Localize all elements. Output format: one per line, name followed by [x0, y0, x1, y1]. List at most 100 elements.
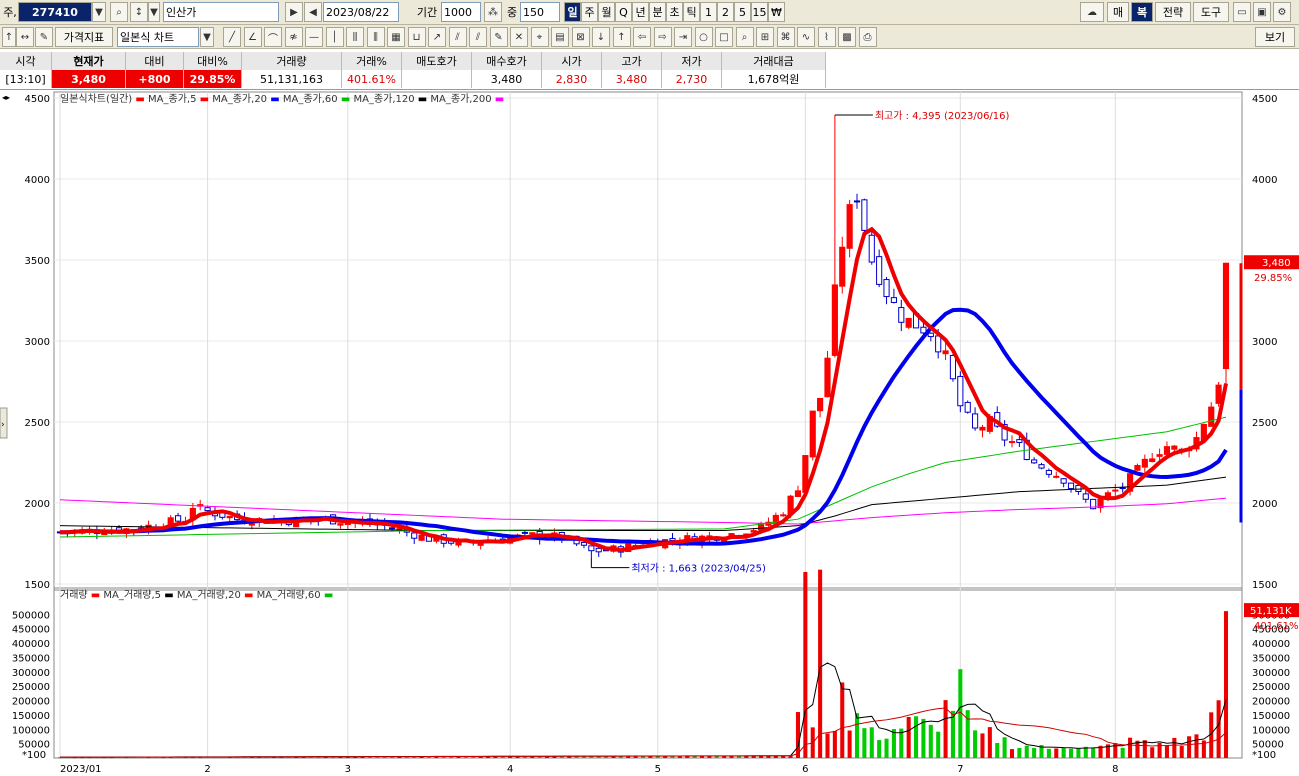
drawing-tool-27-icon[interactable]: ⌘: [776, 27, 795, 47]
stock-name-field[interactable]: 인산가: [163, 2, 279, 22]
candle-body: [248, 523, 255, 526]
drawing-tool-11-icon[interactable]: ⫽: [448, 27, 467, 47]
right-button-2[interactable]: 전략: [1155, 2, 1191, 22]
view-button[interactable]: 보기: [1255, 27, 1295, 47]
candle-body: [389, 527, 396, 530]
candle-body: [905, 317, 912, 328]
high-annotation: 최고가 : 4,395 (2023/06/16): [875, 110, 1010, 122]
right-button-1[interactable]: 복: [1131, 2, 1153, 22]
timeframe-5-button[interactable]: 분: [649, 2, 666, 22]
drawing-tool-31-icon[interactable]: ⎙: [858, 27, 877, 47]
drawing-tool-17-icon[interactable]: ⊠: [571, 27, 590, 47]
drawing-tool-22-icon[interactable]: ⇥: [674, 27, 692, 47]
drawing-tool-25-icon[interactable]: ⌕: [735, 27, 754, 47]
timeframe-0-button[interactable]: 일: [564, 2, 581, 22]
quote-value-4: 51,131,163: [242, 70, 342, 88]
timeframe-11-button[interactable]: 15: [751, 2, 768, 22]
candle-body: [876, 256, 883, 285]
drawing-tool-0-icon[interactable]: ╱: [223, 27, 241, 47]
drawing-tool-5-icon[interactable]: │: [325, 27, 344, 47]
settings-icon[interactable]: ⚙: [1273, 2, 1291, 22]
drawing-tool-10-icon[interactable]: ↗: [428, 27, 446, 47]
drawing-tool-1-icon[interactable]: ∠: [243, 27, 262, 47]
chart-type-dropdown-icon[interactable]: ▼: [200, 27, 214, 47]
candle-body: [957, 375, 964, 407]
drawing-tool-14-icon[interactable]: ✕: [510, 27, 528, 47]
drawing-tool-30-icon[interactable]: ▩: [838, 27, 856, 47]
candle-body: [1008, 441, 1016, 444]
timeframe-12-button[interactable]: ₩: [768, 2, 785, 22]
date-field[interactable]: 2023/08/22: [323, 2, 399, 22]
right-button-3[interactable]: 도구: [1193, 2, 1229, 22]
candle-body: [1134, 464, 1141, 471]
volume-bar: [1216, 700, 1221, 758]
drawing-tool-8-icon[interactable]: ▦: [387, 27, 405, 47]
drawing-tool-4-icon[interactable]: —: [305, 27, 323, 47]
timeframe-10-button[interactable]: 5: [734, 2, 751, 22]
drawing-tool-21-icon[interactable]: ⇨: [653, 27, 672, 47]
drawing-tool-20-icon[interactable]: ⇦: [633, 27, 651, 47]
timeframe-9-button[interactable]: 2: [717, 2, 734, 22]
drawing-tool-6-icon[interactable]: ⫼: [346, 27, 364, 47]
up-arrow-icon[interactable]: ↑: [2, 27, 16, 47]
search-icon[interactable]: ⌕: [110, 2, 128, 22]
code-dropdown-icon[interactable]: ▼: [92, 2, 106, 22]
drawing-tool-16-icon[interactable]: ▤: [551, 27, 569, 47]
drawing-tool-9-icon[interactable]: ⊔: [407, 27, 426, 47]
timeframe-8-button[interactable]: 1: [700, 2, 717, 22]
scroll-arrows-icon: ◂▸: [2, 93, 10, 102]
drawing-tool-29-icon[interactable]: ⌇: [817, 27, 836, 47]
sort-dropdown-icon[interactable]: ▼: [148, 2, 160, 22]
drawing-tool-3-icon[interactable]: ≉: [284, 27, 303, 47]
timeframe-7-button[interactable]: 틱: [683, 2, 700, 22]
volume-tick-label-right: 250000: [1252, 682, 1290, 693]
cloud-icon[interactable]: ☁: [1080, 2, 1104, 22]
volume-bar: [884, 738, 889, 758]
volume-tick-label-left: 50000: [18, 740, 50, 751]
next-arrow-icon[interactable]: ▶: [285, 2, 303, 22]
count-input[interactable]: 150: [520, 2, 560, 22]
drawing-tool-2-icon[interactable]: ⌒: [264, 27, 282, 47]
drawing-tool-13-icon[interactable]: ✎: [489, 27, 508, 47]
volume-unit-left: *100: [22, 750, 46, 761]
quote-header-3: 대비%: [184, 52, 242, 70]
drawing-tool-15-icon[interactable]: ⌖: [530, 27, 549, 47]
drawing-tool-18-icon[interactable]: ↓: [592, 27, 610, 47]
drawing-tool-26-icon[interactable]: ⊞: [756, 27, 774, 47]
save-icon[interactable]: ▣: [1253, 2, 1271, 22]
stock-code-input[interactable]: 277410: [18, 2, 92, 22]
grid-icon[interactable]: ⁂: [484, 2, 502, 22]
chart-type-select[interactable]: 일본식 차트: [117, 27, 199, 47]
sort-icon[interactable]: ↕: [130, 2, 148, 22]
volume-ma20-line: [59, 707, 1227, 758]
timeframe-1-button[interactable]: 주: [581, 2, 598, 22]
prev-arrow-icon[interactable]: ◀: [304, 2, 322, 22]
legend-label: MA_종가,200: [430, 93, 494, 105]
indicator-button[interactable]: 가격지표: [55, 27, 113, 47]
drawing-tool-19-icon[interactable]: ↑: [612, 27, 631, 47]
period-input[interactable]: 1000: [441, 2, 481, 22]
timeframe-4-button[interactable]: 년: [632, 2, 649, 22]
drawing-tool-23-icon[interactable]: ○: [694, 27, 713, 47]
drawing-tool-28-icon[interactable]: ∿: [797, 27, 815, 47]
drawing-tool-24-icon[interactable]: □: [715, 27, 733, 47]
quote-value-2: +800: [126, 70, 184, 88]
volume-bar: [928, 724, 933, 758]
volume-tick-label-left: 400000: [12, 639, 50, 650]
drawing-tool-12-icon[interactable]: ⫽: [469, 27, 487, 47]
edit-icon[interactable]: ✎: [35, 27, 53, 47]
price-legend: 일본식차트(일간) ▬ MA_종가,5 ▬ MA_종가,20 ▬ MA_종가,6…: [60, 93, 504, 105]
candle-body: [846, 204, 853, 249]
chart-title: 일본식차트(일간): [60, 93, 135, 105]
horizontal-arrows-icon[interactable]: ↔: [16, 27, 34, 47]
legend-marker: ▬: [200, 94, 213, 105]
right-button-0[interactable]: 매: [1107, 2, 1129, 22]
timeframe-2-button[interactable]: 월: [598, 2, 615, 22]
candle-body: [1112, 489, 1119, 492]
timeframe-3-button[interactable]: Q: [615, 2, 632, 22]
timeframe-6-button[interactable]: 초: [666, 2, 683, 22]
quote-header-6: 매도호가: [402, 52, 472, 70]
drawing-tool-7-icon[interactable]: ⫼: [366, 27, 385, 47]
folder-icon[interactable]: ▭: [1233, 2, 1251, 22]
volume-tick-label-right: 100000: [1252, 725, 1290, 736]
